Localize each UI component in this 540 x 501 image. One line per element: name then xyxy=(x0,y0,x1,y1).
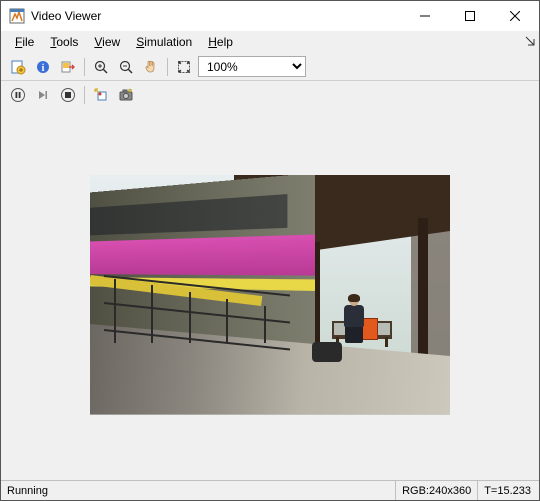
menubar: File Tools View Simulation Help xyxy=(1,31,539,53)
titlebar: Video Viewer xyxy=(1,1,539,31)
window-title: Video Viewer xyxy=(31,9,402,23)
menu-view[interactable]: View xyxy=(86,33,128,51)
video-viewer-window: Video Viewer File Tools View Simulation … xyxy=(0,0,540,501)
window-controls xyxy=(402,2,537,31)
pan-button[interactable] xyxy=(140,56,162,78)
menu-help[interactable]: Help xyxy=(200,33,241,51)
status-format: RGB:240x360 xyxy=(396,481,478,500)
undock-icon[interactable] xyxy=(525,35,535,49)
stop-button[interactable] xyxy=(57,84,79,106)
snapshot-button[interactable] xyxy=(115,84,137,106)
step-forward-button[interactable] xyxy=(32,84,54,106)
menu-file[interactable]: File xyxy=(7,33,42,51)
zoom-select[interactable]: 100% xyxy=(198,56,306,77)
highlight-block-button[interactable] xyxy=(90,84,112,106)
info-button[interactable]: i xyxy=(32,56,54,78)
menu-tools[interactable]: Tools xyxy=(42,33,86,51)
playback-toolbar xyxy=(1,81,539,109)
main-toolbar: i 100% xyxy=(1,53,539,81)
statusbar: Running RGB:240x360 T=15.233 xyxy=(1,480,539,500)
export-button[interactable] xyxy=(57,56,79,78)
video-frame xyxy=(90,175,450,415)
new-figure-button[interactable] xyxy=(7,56,29,78)
maximize-button[interactable] xyxy=(447,2,492,31)
app-icon xyxy=(9,8,25,24)
zoom-out-button[interactable] xyxy=(115,56,137,78)
toolbar-separator xyxy=(167,58,168,76)
pause-button[interactable] xyxy=(7,84,29,106)
video-canvas-area xyxy=(1,109,539,480)
fit-to-view-button[interactable] xyxy=(173,56,195,78)
toolbar-separator xyxy=(84,86,85,104)
status-time: T=15.233 xyxy=(478,481,539,500)
close-button[interactable] xyxy=(492,2,537,31)
zoom-in-button[interactable] xyxy=(90,56,112,78)
menu-simulation[interactable]: Simulation xyxy=(128,33,200,51)
status-state: Running xyxy=(1,481,396,500)
toolbar-separator xyxy=(84,58,85,76)
minimize-button[interactable] xyxy=(402,2,447,31)
svg-text:i: i xyxy=(42,63,45,74)
